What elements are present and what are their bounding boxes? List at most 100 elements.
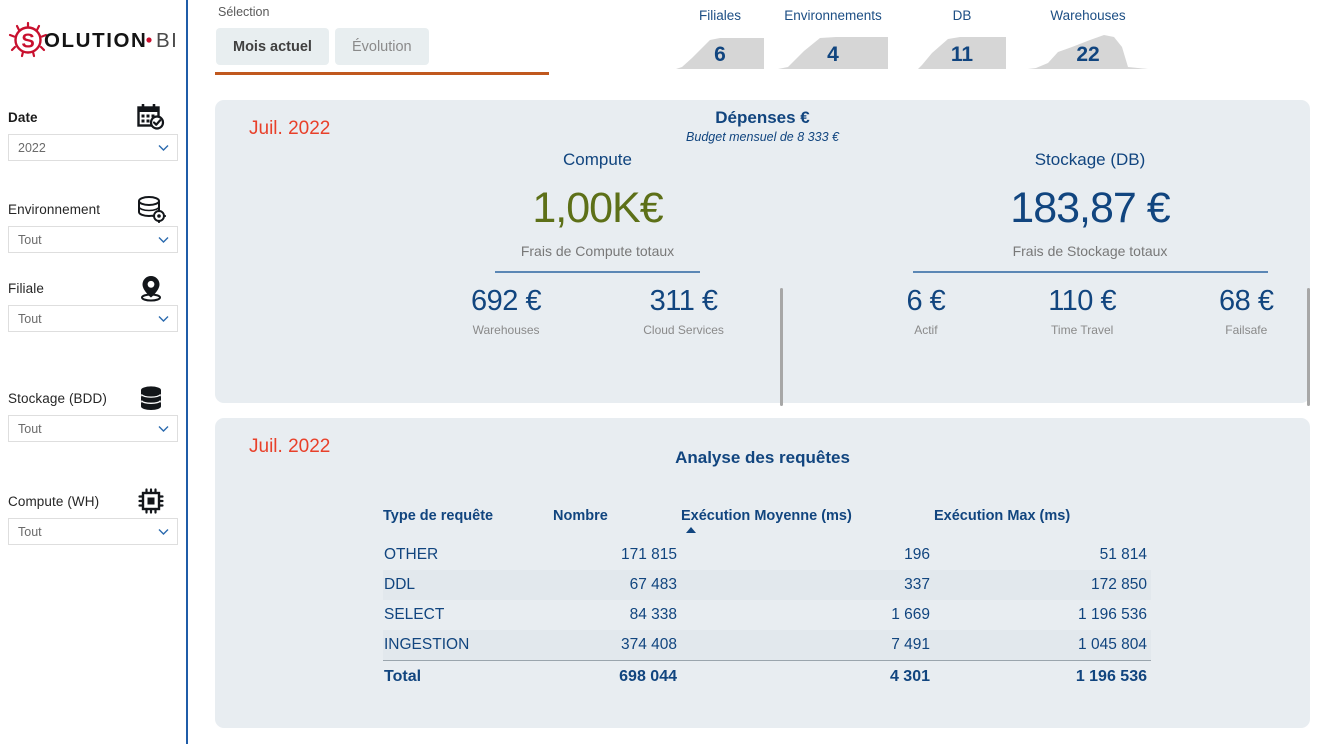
table-row[interactable]: INGESTION 374 408 7 491 1 045 804 bbox=[383, 630, 1151, 660]
row-ddl-max: 172 850 bbox=[934, 570, 1151, 600]
row-other-type: OTHER bbox=[384, 546, 439, 563]
chevron-down-icon bbox=[156, 232, 171, 247]
calendar-check-icon bbox=[136, 102, 166, 132]
row-ingestion-nombre: 374 408 bbox=[553, 630, 681, 660]
svg-text:OLUTION: OLUTION bbox=[44, 29, 147, 52]
kpi-db-value: 11 bbox=[950, 43, 974, 66]
kpi-card-db[interactable]: DB 11 bbox=[918, 8, 1006, 78]
filter-date-header: Date bbox=[8, 100, 178, 134]
filter-filiale-label: Filiale bbox=[8, 280, 44, 296]
queries-table-body: OTHER 171 815 196 51 814 DDL 67 483 337 … bbox=[383, 540, 1151, 693]
row-ingestion-avg: 7 491 bbox=[681, 630, 934, 660]
column-header-exec-moyenne-label: Exécution Moyenne (ms) bbox=[681, 508, 852, 524]
expenses-subtitle: Budget mensuel de 8 333 € bbox=[686, 130, 839, 144]
svg-text:BI: BI bbox=[156, 29, 178, 52]
kpi-card-filiales[interactable]: Filiales 6 bbox=[676, 8, 764, 78]
kpi-environnements-body: 4 bbox=[778, 25, 888, 71]
table-total-row: Total 698 044 4 301 1 196 536 bbox=[383, 659, 1151, 693]
stockage-db-sub-time-travel-value: 110 € bbox=[1048, 285, 1117, 317]
kpi-warehouses-value: 22 bbox=[1076, 43, 1100, 66]
database-stack-icon bbox=[136, 383, 166, 413]
environnement-dropdown[interactable]: Tout bbox=[8, 226, 178, 253]
stockage-bdd-dropdown[interactable]: Tout bbox=[8, 415, 178, 442]
filter-compute-wh-header: Compute (WH) bbox=[8, 484, 178, 518]
stockage-db-title: Stockage (DB) bbox=[1034, 150, 1146, 169]
filter-filiale-header: Filiale bbox=[8, 271, 178, 305]
filter-date-label: Date bbox=[8, 109, 38, 125]
stockage-db-sub-failsafe: 68 € Failsafe bbox=[1219, 285, 1274, 337]
total-avg: 4 301 bbox=[681, 659, 934, 693]
filter-date: Date 2022 bbox=[8, 100, 178, 161]
filter-environnement-label: Environnement bbox=[8, 201, 101, 217]
stockage-db-main-value: 183,87 € bbox=[1010, 184, 1170, 232]
row-select-nombre: 84 338 bbox=[629, 606, 677, 623]
map-pin-icon bbox=[136, 273, 166, 303]
filter-environnement-header: Environnement bbox=[8, 192, 178, 226]
table-row[interactable]: OTHER 171 815 196 51 814 bbox=[383, 540, 1151, 570]
expenses-title: Dépenses € bbox=[715, 108, 810, 127]
filiale-dropdown-value: Tout bbox=[18, 311, 42, 326]
row-ddl-avg: 337 bbox=[681, 570, 934, 600]
kpi-card-environnements[interactable]: Environnements 4 bbox=[778, 8, 888, 78]
tab-evolution[interactable]: Évolution bbox=[334, 28, 429, 65]
tab-mois-actuel[interactable]: Mois actuel bbox=[216, 28, 329, 65]
row-ddl-type: DDL bbox=[383, 570, 553, 600]
filter-stockage-bdd-header: Stockage (BDD) bbox=[8, 381, 178, 415]
date-dropdown[interactable]: 2022 bbox=[8, 134, 178, 161]
total-nombre: 698 044 bbox=[553, 659, 681, 693]
kpi-row: Filiales 6 Environnements 4 DB 11 Wareho… bbox=[676, 8, 1196, 78]
brand-logo: S OLUTION BI bbox=[6, 20, 184, 64]
compute-main-value: 1,00K€ bbox=[532, 184, 663, 232]
compute-rule bbox=[495, 271, 700, 273]
kpi-db-title: DB bbox=[952, 8, 972, 23]
kpi-warehouses-body: 22 bbox=[1028, 25, 1148, 71]
sidebar: S OLUTION BI Date 2022 Environnement Tou… bbox=[0, 0, 187, 744]
total-label: Total bbox=[383, 659, 553, 693]
column-header-type-label: Type de requête bbox=[383, 508, 494, 524]
filiale-dropdown[interactable]: Tout bbox=[8, 305, 178, 332]
column-header-type[interactable]: Type de requête bbox=[383, 508, 553, 540]
cpu-chip-icon bbox=[136, 486, 166, 516]
column-header-nombre-label: Nombre bbox=[553, 508, 608, 524]
filter-stockage-bdd: Stockage (BDD) Tout bbox=[8, 381, 178, 442]
chevron-down-icon bbox=[156, 421, 171, 436]
row-ingestion-max: 1 045 804 bbox=[934, 630, 1151, 660]
row-other-avg: 196 bbox=[904, 546, 930, 563]
tabs-underline bbox=[215, 72, 549, 75]
compute-wh-dropdown-value: Tout bbox=[18, 524, 42, 539]
stockage-bdd-dropdown-value: Tout bbox=[18, 421, 42, 436]
stockage-db-rule bbox=[912, 271, 1268, 273]
filter-stockage-bdd-label: Stockage (BDD) bbox=[8, 390, 107, 406]
environnement-dropdown-value: Tout bbox=[18, 232, 42, 247]
kpi-card-warehouses[interactable]: Warehouses 22 bbox=[1028, 8, 1148, 78]
queries-table-head: Type de requête Nombre Exécution Moyenne… bbox=[383, 508, 1151, 540]
chevron-down-icon bbox=[156, 140, 171, 155]
queries-title: Analyse des requêtes bbox=[675, 448, 850, 467]
filter-filiale: Filiale Tout bbox=[8, 271, 178, 332]
row-select-type: SELECT bbox=[384, 606, 445, 623]
stockage-db-caption: Frais de Stockage totaux bbox=[1012, 243, 1168, 259]
compute-wh-dropdown[interactable]: Tout bbox=[8, 518, 178, 545]
column-header-exec-max[interactable]: Exécution Max (ms) bbox=[934, 508, 1151, 540]
filter-environnement: Environnement Tout bbox=[8, 192, 178, 253]
table-row[interactable]: SELECT 84 338 1 669 1 196 536 bbox=[383, 600, 1151, 630]
stockage-db-sub-actif-value: 6 € bbox=[906, 285, 946, 317]
compute-subs: 692 € Warehouses 311 € Cloud Services bbox=[420, 285, 775, 337]
stockage-db-sub-time-travel-label: Time Travel bbox=[1051, 323, 1114, 337]
column-header-nombre[interactable]: Nombre bbox=[553, 508, 681, 540]
compute-sub-cloud-services-value: 311 € bbox=[649, 285, 718, 317]
compute-sub-warehouses-value: 692 € bbox=[471, 285, 542, 317]
kpi-warehouses-title: Warehouses bbox=[1050, 8, 1126, 23]
column-header-exec-moyenne[interactable]: Exécution Moyenne (ms) bbox=[681, 508, 934, 540]
selection-tabs: Mois actuel Évolution bbox=[216, 28, 429, 65]
table-row[interactable]: DDL 67 483 337 172 850 bbox=[383, 570, 1151, 600]
filter-compute-wh-label: Compute (WH) bbox=[8, 493, 100, 509]
compute-sub-cloud-services: 311 € Cloud Services bbox=[643, 285, 724, 337]
dashboard-root: S OLUTION BI Date 2022 Environnement Tou… bbox=[0, 0, 1319, 744]
chevron-down-icon bbox=[156, 524, 171, 539]
expenses-panel: Juil. 2022 Dépenses € Budget mensuel de … bbox=[215, 100, 1310, 406]
expense-group-stockage-db: Stockage (DB) 183,87 € Frais de Stockage… bbox=[855, 150, 1319, 337]
kpi-filiales-value: 6 bbox=[714, 43, 726, 66]
kpi-filiales-title: Filiales bbox=[698, 8, 741, 23]
total-max: 1 196 536 bbox=[934, 659, 1151, 693]
